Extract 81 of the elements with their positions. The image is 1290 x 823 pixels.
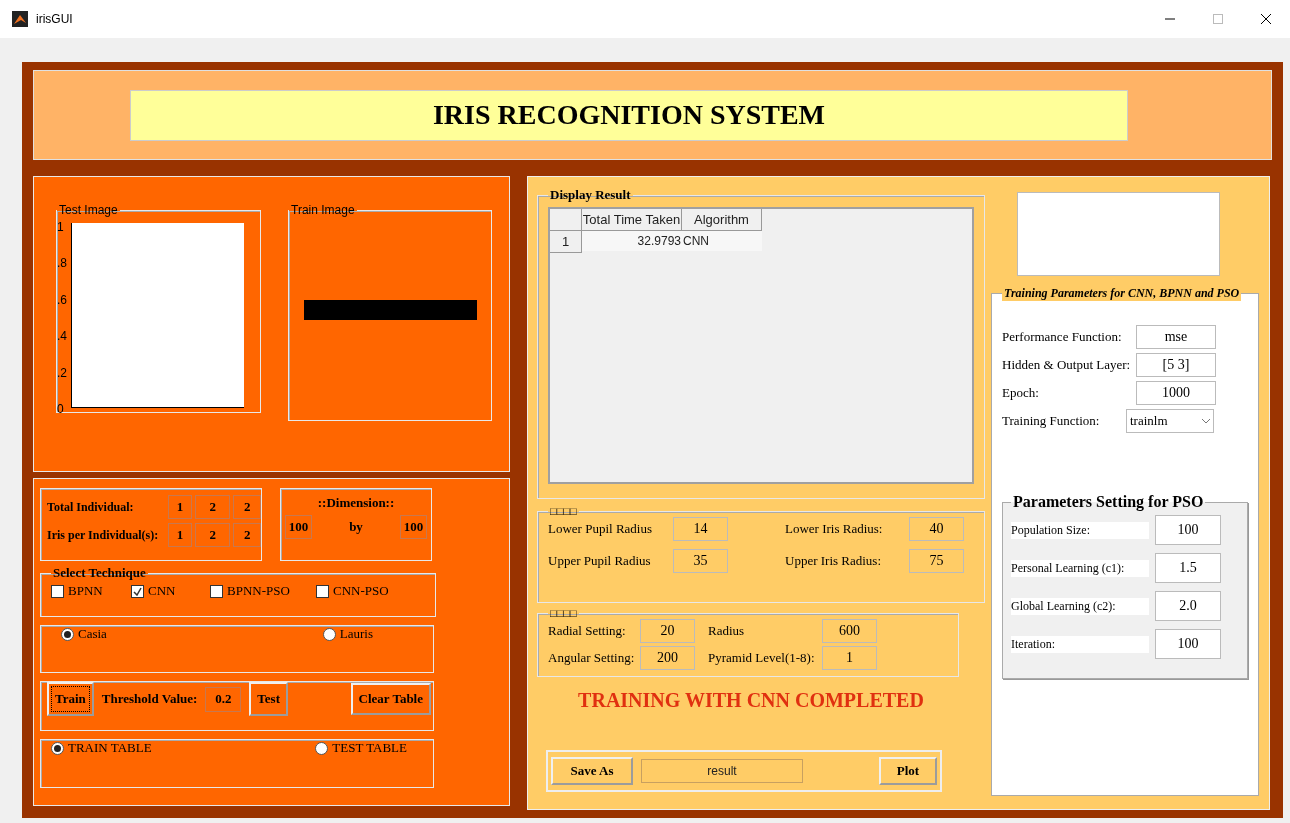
filename-field[interactable]: result (641, 759, 803, 783)
number-field[interactable]: 35 (673, 549, 728, 573)
group-title: ::Dimension:: (317, 495, 395, 511)
group-title: Display Result (549, 187, 632, 203)
chevron-icon (1199, 416, 1213, 426)
text-field[interactable]: [5 3] (1136, 353, 1216, 377)
maximize-icon (1213, 14, 1223, 24)
by-label: by (349, 519, 363, 535)
plot-button[interactable]: Plot (879, 757, 937, 785)
field-label: Lower Iris Radius: (785, 521, 884, 537)
number-field[interactable]: 2 (233, 495, 261, 519)
column-header: Total Time Taken (582, 209, 682, 231)
text-field[interactable]: 1000 (1136, 381, 1216, 405)
group-title: □□□□ (549, 607, 578, 619)
technique-checkbox[interactable]: BPNN (51, 583, 131, 599)
number-field[interactable]: 200 (640, 646, 695, 670)
table-cell: 32.9793 (582, 231, 682, 251)
table-radio[interactable]: TRAIN TABLE (51, 740, 152, 756)
number-field[interactable]: 2 (194, 523, 231, 547)
field-label: Radial Setting: (548, 623, 627, 639)
field-label: Total Individual: (47, 499, 135, 515)
width-field[interactable]: 100 (285, 515, 312, 539)
axis-tick-label: .6 (57, 293, 68, 306)
field-label: Lower Pupil Radius (548, 521, 653, 537)
technique-checkbox[interactable]: CNN (131, 583, 210, 599)
clear-table-button[interactable]: Clear Table (350, 683, 431, 715)
number-field[interactable]: 75 (909, 549, 964, 573)
number-field[interactable]: 100 (1155, 515, 1221, 545)
axis-tick-label: .2 (57, 366, 68, 379)
window-title: irisGUI (36, 12, 73, 26)
column-header: Algorithm (682, 209, 762, 231)
field-label: Performance Function: (1002, 329, 1123, 345)
number-field[interactable]: 2 (194, 495, 231, 519)
group-title: Parameters Setting for PSO (1012, 493, 1205, 511)
train-button[interactable]: Train (47, 682, 94, 716)
field-label: Iteration: (1011, 635, 1149, 653)
field-label: Pyramid Level(1-8): (708, 650, 816, 666)
status-message: TRAINING WITH CNN COMPLETED (577, 689, 925, 712)
database-radio[interactable]: Casia (61, 626, 107, 642)
field-label: Personal Learning (c1): (1011, 559, 1149, 577)
technique-checkbox[interactable]: BPNN-PSO (210, 583, 316, 599)
field-label: Iris per Individual(s): (47, 527, 160, 543)
number-field[interactable]: 1 (168, 495, 192, 519)
table-radio[interactable]: TEST TABLE (315, 740, 407, 756)
field-label: Epoch: (1002, 385, 1040, 401)
table-cell: CNN (682, 231, 762, 251)
group-title: Training Parameters for CNN, BPNN and PSO (1002, 286, 1242, 301)
training-function-dropdown[interactable]: trainlm (1126, 409, 1214, 433)
number-field[interactable]: 2 (233, 523, 261, 547)
technique-checkbox[interactable]: CNN-PSO (316, 583, 416, 599)
close-icon (1260, 13, 1272, 25)
database-radio[interactable]: Lauris (322, 626, 373, 642)
group-title: □□□□ (549, 505, 578, 517)
number-field[interactable]: 1.5 (1155, 553, 1221, 583)
field-label: Training Function: (1002, 413, 1101, 429)
row-header: 1 (550, 231, 582, 253)
axis-tick-label: .8 (57, 257, 68, 270)
field-label: Radius (708, 623, 746, 639)
number-field[interactable]: 1 (168, 523, 192, 547)
number-field[interactable]: 2.0 (1155, 591, 1221, 621)
field-label: Global Learning (c2): (1011, 597, 1149, 615)
number-field[interactable]: 14 (673, 517, 728, 541)
axis-tick-label: 1 (57, 221, 65, 233)
test-button[interactable]: Test (249, 682, 288, 716)
field-label: Angular Setting: (548, 650, 636, 666)
threshold-field[interactable]: 0.2 (205, 686, 242, 712)
number-field[interactable]: 1 (822, 646, 877, 670)
number-field[interactable]: 20 (640, 619, 695, 643)
field-label: Upper Iris Radius: (785, 553, 883, 569)
height-field[interactable]: 100 (400, 515, 427, 539)
number-field[interactable]: 600 (822, 619, 877, 643)
field-label: Upper Pupil Radius (548, 553, 652, 569)
field-label: Threshold Value: (101, 691, 198, 707)
save-as-button[interactable]: Save As (551, 757, 633, 785)
axis-tick-label: .4 (57, 330, 68, 343)
field-label: Population Size: (1011, 521, 1149, 539)
number-field[interactable]: 40 (909, 517, 964, 541)
app-title: IRIS RECOGNITION SYSTEM (130, 89, 1128, 141)
number-field[interactable]: 100 (1155, 629, 1221, 659)
text-field[interactable]: mse (1136, 325, 1216, 349)
app-icon (12, 11, 28, 27)
